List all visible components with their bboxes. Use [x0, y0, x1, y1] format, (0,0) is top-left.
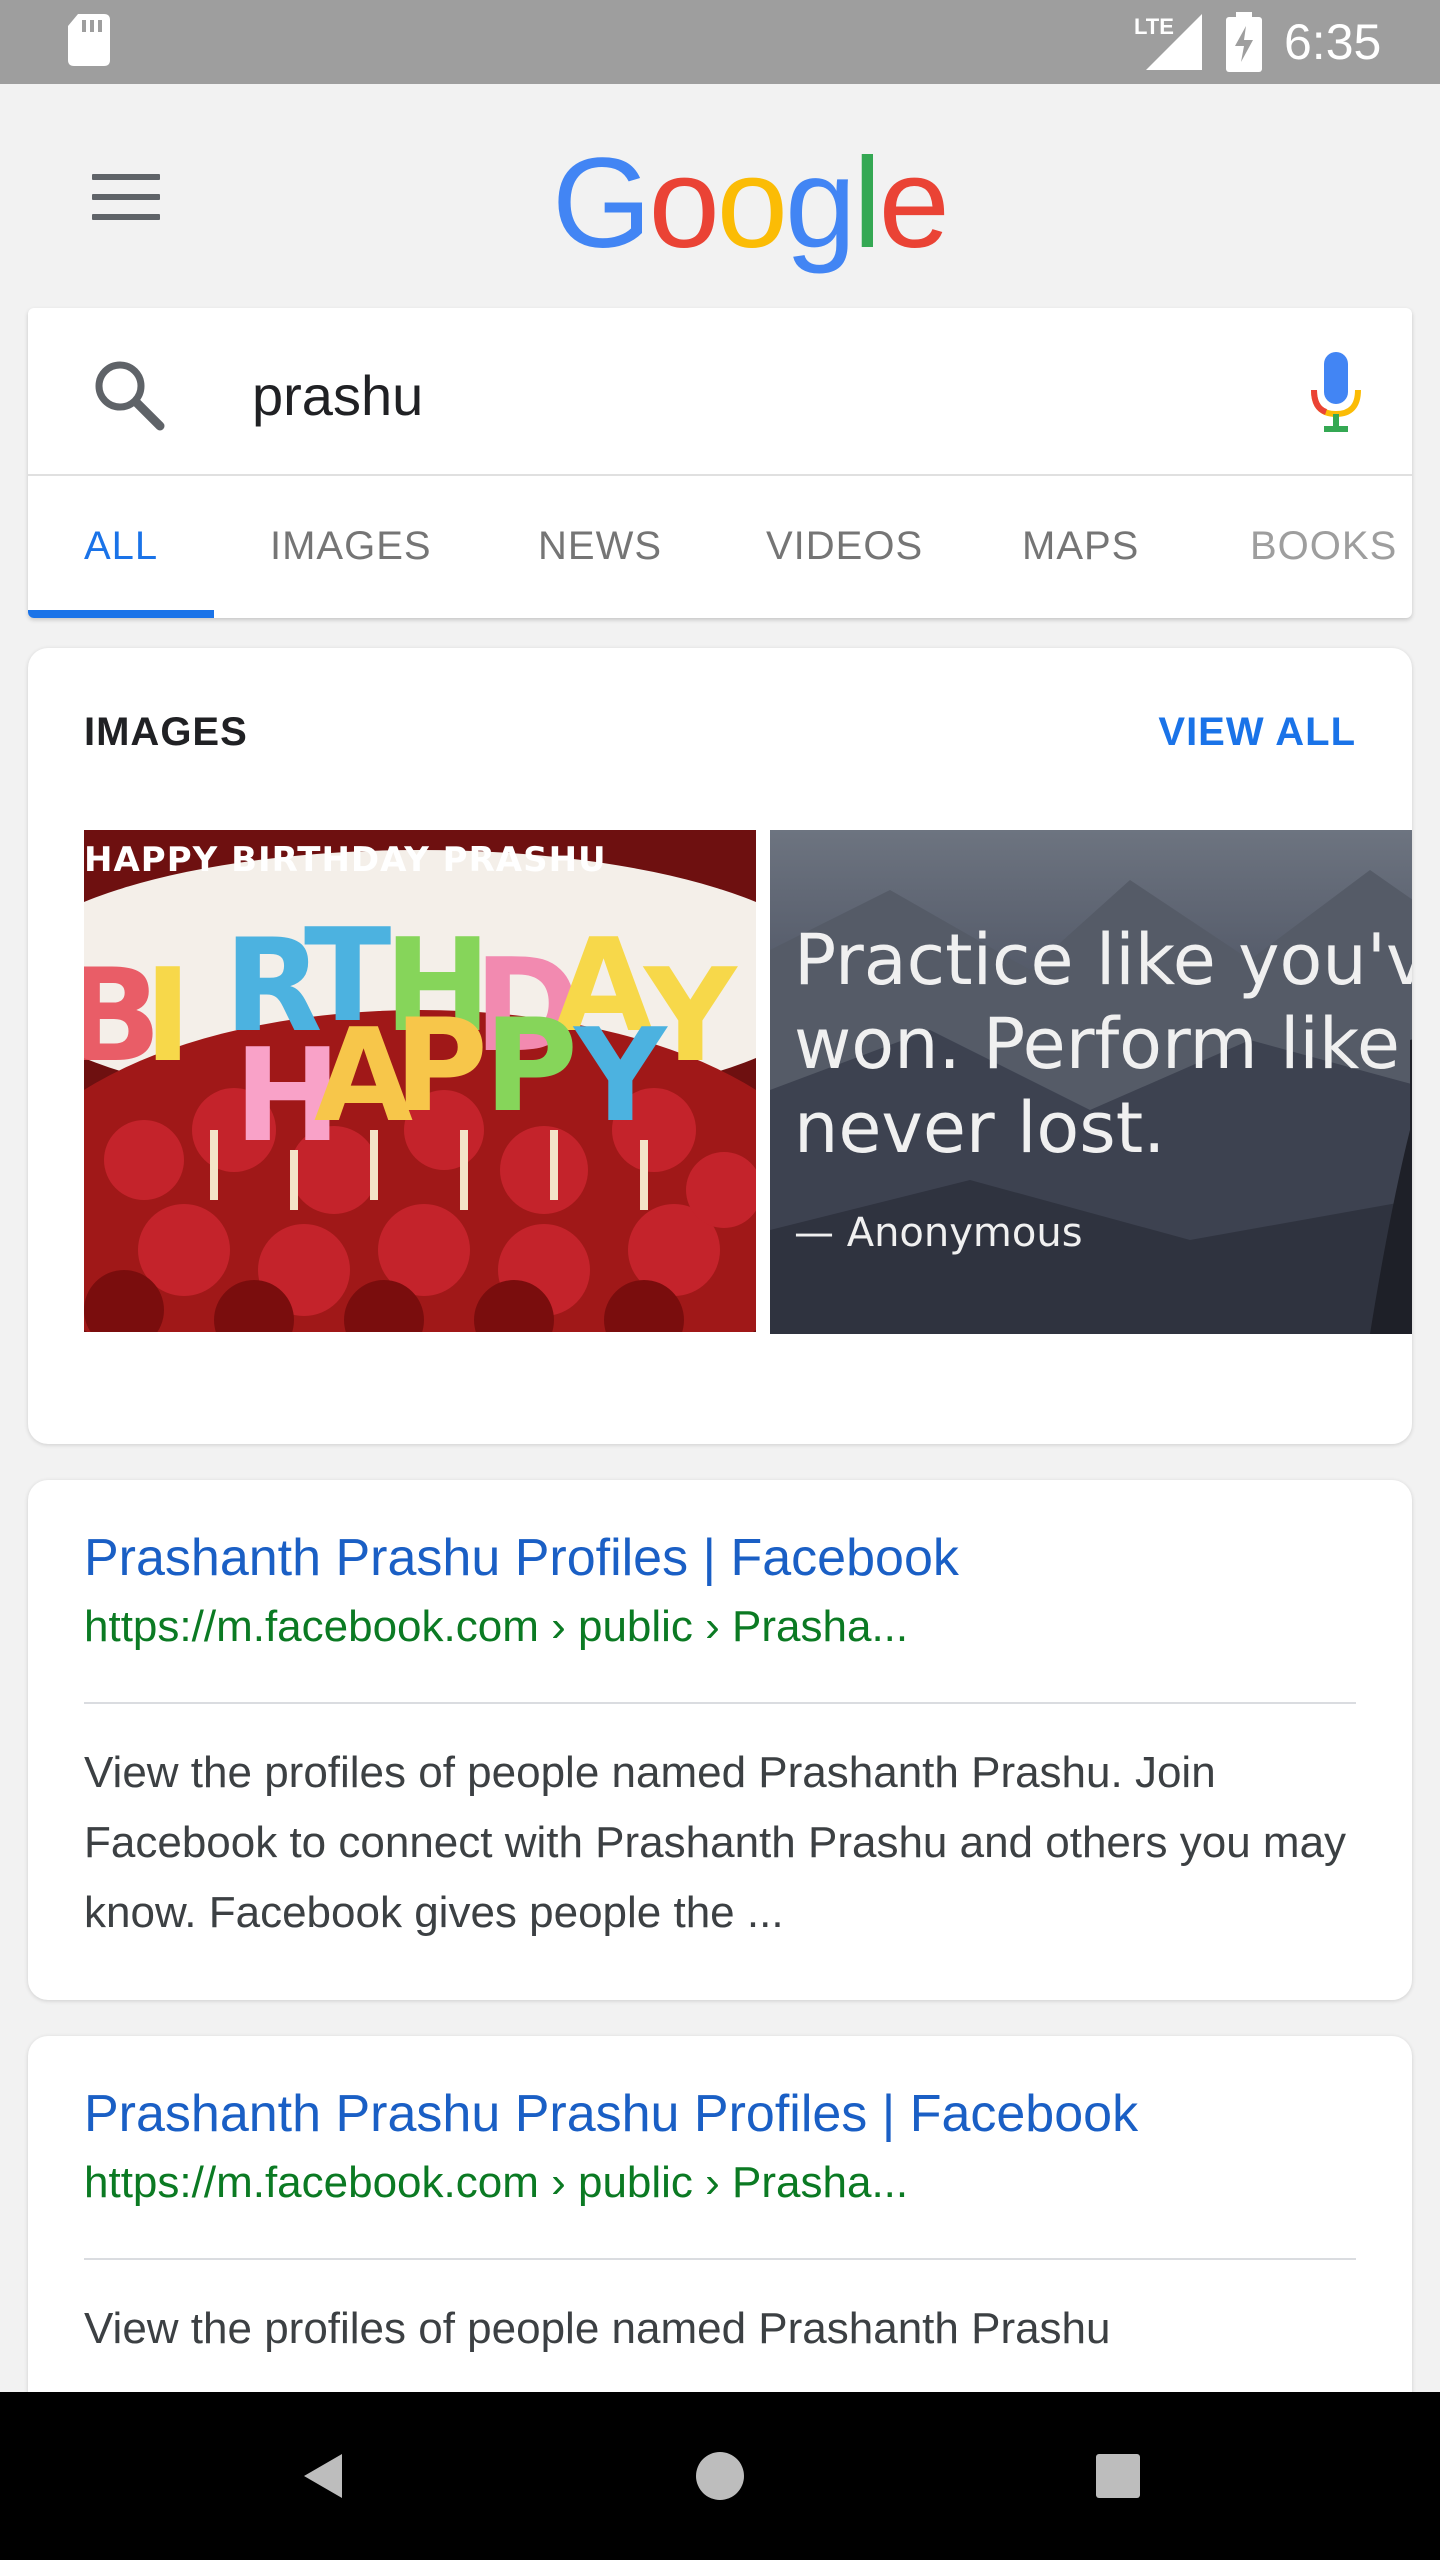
view-all-link[interactable]: VIEW ALL [1158, 710, 1356, 755]
menu-icon[interactable] [92, 174, 160, 224]
google-logo: Google [552, 132, 950, 275]
tab-all[interactable]: ALL [84, 476, 158, 618]
search-result-card: Prashanth Prashu Profiles | Facebook htt… [28, 1480, 1412, 2000]
image-result-birthday[interactable]: B I R T H D A Y H A P P Y HAPPY BIRTHDAY… [84, 830, 756, 1332]
images-card: IMAGES VIEW ALL B I R T H D A Y H A P P … [28, 648, 1412, 1444]
candle-letter: I [144, 942, 192, 1091]
search-icon[interactable] [88, 354, 168, 434]
logo-letter: l [853, 132, 881, 275]
result-url: https://m.facebook.com › public › Prasha… [84, 2158, 909, 2207]
search-box: ALL IMAGES NEWS VIDEOS MAPS BOOKS [28, 308, 1412, 618]
result-divider [84, 1702, 1356, 1704]
tab-books[interactable]: BOOKS [1250, 476, 1397, 618]
logo-letter: o [716, 132, 788, 275]
tab-maps[interactable]: MAPS [1022, 476, 1139, 618]
logo-letter: g [784, 132, 856, 275]
sd-card-icon [68, 14, 110, 66]
quote-text: Practice like you've never won. Perform … [794, 919, 1412, 1169]
tab-videos[interactable]: VIDEOS [766, 476, 923, 618]
search-row [28, 308, 1412, 476]
back-icon[interactable] [282, 2436, 362, 2516]
tab-images[interactable]: IMAGES [270, 476, 432, 618]
recents-icon[interactable] [1078, 2436, 1158, 2516]
result-title-link[interactable]: Prashanth Prashu Prashu Profiles | Faceb… [84, 2084, 1138, 2144]
logo-letter: G [552, 132, 652, 275]
logo-letter: o [648, 132, 720, 275]
status-bar: LTE 6:35 [0, 0, 1440, 84]
image-caption: HAPPY BIRTHDAY PRASHU [84, 840, 607, 880]
navigation-bar [0, 2392, 1440, 2560]
candle-letter: Y [572, 1002, 668, 1151]
result-snippet: View the profiles of people named Prasha… [84, 1748, 1347, 1937]
logo-letter: e [878, 132, 950, 275]
search-tabs: ALL IMAGES NEWS VIDEOS MAPS BOOKS [28, 476, 1412, 618]
result-divider [84, 2258, 1356, 2260]
battery-charging-icon [1226, 12, 1262, 72]
result-url: https://m.facebook.com › public › Prasha… [84, 1602, 909, 1651]
svg-text:LTE: LTE [1134, 14, 1174, 39]
candle-letter: P [394, 992, 488, 1141]
active-tab-indicator [28, 610, 214, 618]
quote-author: — Anonymous [794, 1210, 1083, 1256]
app-header: Google [0, 84, 1440, 284]
image-result-quote[interactable]: Practice like you've never won. Perform … [770, 830, 1412, 1334]
candle-letter: P [484, 992, 578, 1141]
microphone-icon[interactable] [1310, 352, 1362, 436]
home-icon[interactable] [680, 2436, 760, 2516]
search-input[interactable] [252, 360, 1252, 430]
result-title-link[interactable]: Prashanth Prashu Profiles | Facebook [84, 1528, 959, 1588]
status-clock: 6:35 [1284, 14, 1382, 70]
birthday-cake-image: B I R T H D A Y H A P P Y [84, 830, 756, 1332]
images-section-title: IMAGES [84, 710, 248, 754]
lte-signal-icon: LTE [1134, 14, 1202, 70]
tab-news[interactable]: NEWS [538, 476, 662, 618]
result-snippet: View the profiles of people named Prasha… [84, 2304, 1111, 2353]
